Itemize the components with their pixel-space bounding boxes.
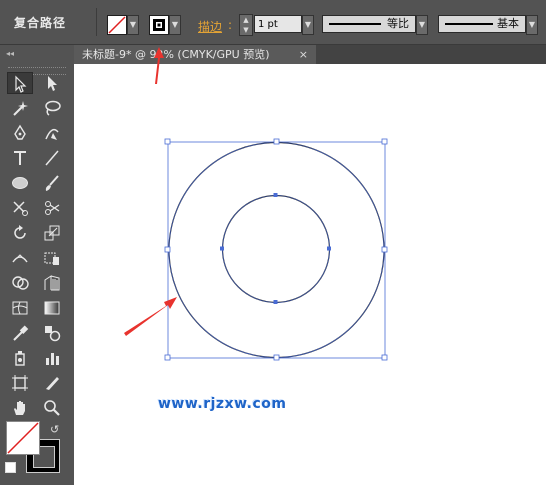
watermark-text: www.rjzxw.com [158,396,287,412]
symbol-sprayer-tool-icon[interactable] [7,347,33,369]
eyedropper-tool-icon[interactable] [7,322,33,344]
no-fill-icon [108,16,126,34]
type-tool-icon[interactable] [7,147,33,169]
chevron-up-icon[interactable]: ▲ [240,15,252,25]
tools-panel: ↺ [0,64,74,485]
close-icon[interactable]: × [299,45,308,64]
stroke-color-icon [153,19,165,31]
profile-dropdown[interactable]: ▼ [416,15,428,35]
brush-label: 基本 [497,17,519,30]
stroke-colon: : [228,18,233,32]
zoom-tool-icon[interactable] [39,397,65,419]
swap-colors-icon[interactable]: ↺ [50,423,59,436]
slice-tool-icon[interactable] [39,372,65,394]
control-bar: 复合路径 ▼ ▼ 描边 : ▲ ▼ 1 pt ▼ 等比 ▼ 基本 ▼ [0,0,546,45]
hand-tool-icon[interactable] [7,397,33,419]
width-tool-icon[interactable] [7,247,33,269]
default-colors-icon[interactable] [5,462,16,473]
free-transform-tool-icon[interactable] [39,247,65,269]
canvas[interactable] [74,64,546,485]
column-graph-tool-icon[interactable] [39,347,65,369]
mesh-tool-icon[interactable] [7,297,33,319]
fill-swatch[interactable] [107,15,127,35]
document-tab-title: 未标题-9* @ 92% (CMYK/GPU 预览) [82,48,270,61]
eraser-tool-icon[interactable] [39,197,65,219]
artboard-tool-icon[interactable] [7,372,33,394]
stroke-dropdown-arrow[interactable]: ▼ [169,15,181,35]
brush-line-preview [445,23,493,25]
selection-type-label: 复合路径 [14,16,67,30]
line-segment-tool-icon[interactable] [39,147,65,169]
curvature-tool-icon[interactable] [39,122,65,144]
shape-builder-tool-icon[interactable] [7,272,33,294]
profile-label: 等比 [387,17,409,30]
fill-color-box[interactable] [6,421,40,455]
chevron-down-icon[interactable]: ▼ [240,25,252,35]
document-tab[interactable]: 未标题-9* @ 92% (CMYK/GPU 预览) × [74,45,316,64]
brush-dropdown[interactable]: ▼ [526,15,538,35]
lasso-tool-icon[interactable] [39,97,65,119]
variable-width-profile[interactable]: 等比 [322,15,416,33]
divider [96,8,97,36]
paintbrush-tool-icon[interactable] [39,172,65,194]
stroke-panel-link[interactable]: 描边 [198,18,222,35]
stroke-weight-stepper[interactable]: ▲ ▼ [239,14,253,36]
no-fill-icon [7,422,39,454]
stroke-swatch[interactable] [149,15,169,35]
stroke-weight-field[interactable]: 1 pt [254,15,302,33]
ellipse-tool-icon[interactable] [7,172,33,194]
perspective-grid-tool-icon[interactable] [39,272,65,294]
profile-line-preview [329,23,381,25]
brush-definition[interactable]: 基本 [438,15,526,33]
stroke-weight-dropdown[interactable]: ▼ [302,15,314,35]
rotate-tool-icon[interactable] [7,222,33,244]
scissors-tool-icon[interactable] [7,197,33,219]
document-tab-bar: 未标题-9* @ 92% (CMYK/GPU 预览) × [74,45,546,64]
selection-tool-icon[interactable] [7,72,33,94]
collapse-arrows-icon[interactable]: ◂◂ [6,49,14,58]
blend-tool-icon[interactable] [39,322,65,344]
panel-header: ◂◂ [0,45,74,64]
magic-wand-tool-icon[interactable] [7,97,33,119]
pen-tool-icon[interactable] [7,122,33,144]
scale-tool-icon[interactable] [39,222,65,244]
direct-selection-tool-icon[interactable] [39,72,65,94]
gradient-tool-icon[interactable] [39,297,65,319]
fill-dropdown-arrow[interactable]: ▼ [127,15,139,35]
